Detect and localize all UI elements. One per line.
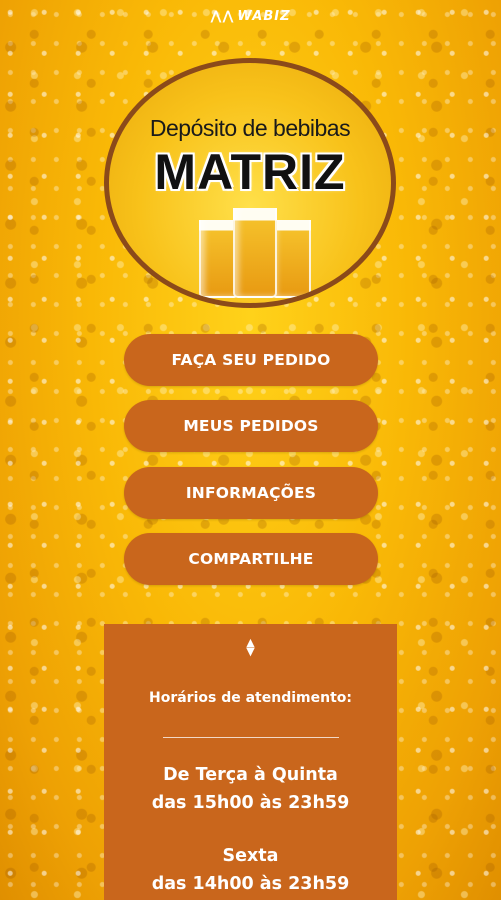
store-logo: Depósito de bebibas MATRIZ bbox=[104, 58, 396, 308]
beer-glasses-icon bbox=[193, 203, 313, 298]
beer-glass-icon bbox=[271, 220, 311, 298]
expand-toggle-icon[interactable]: ▲ ▼ bbox=[104, 637, 397, 657]
share-button[interactable]: COMPARTILHE bbox=[124, 533, 378, 585]
logo-title: MATRIZ bbox=[154, 144, 346, 200]
beer-glass-icon bbox=[233, 208, 277, 298]
divider bbox=[163, 737, 339, 738]
brand-name: WABIZ bbox=[237, 9, 291, 24]
logo-subtitle: Depósito de bebibas bbox=[149, 115, 351, 141]
order-button[interactable]: FAÇA SEU PEDIDO bbox=[124, 334, 378, 386]
schedule-time: das 15h00 às 23h59 bbox=[151, 793, 350, 813]
wabiz-mark-icon: ⋀⋀ bbox=[210, 9, 235, 24]
wabiz-logo: ⋀⋀ WABIZ bbox=[0, 9, 501, 24]
hours-title: Horários de atendimento: bbox=[149, 690, 352, 706]
schedule-days: De Terça à Quinta bbox=[163, 765, 338, 785]
info-button[interactable]: INFORMAÇÕES bbox=[124, 467, 378, 519]
info-panel: ▲ ▼ Horários de atendimento: De Terça à Q… bbox=[104, 624, 397, 900]
schedule-days: Sexta bbox=[222, 846, 279, 866]
my-orders-button[interactable]: MEUS PEDIDOS bbox=[124, 400, 378, 452]
schedule-time: das 14h00 às 23h59 bbox=[151, 874, 350, 894]
